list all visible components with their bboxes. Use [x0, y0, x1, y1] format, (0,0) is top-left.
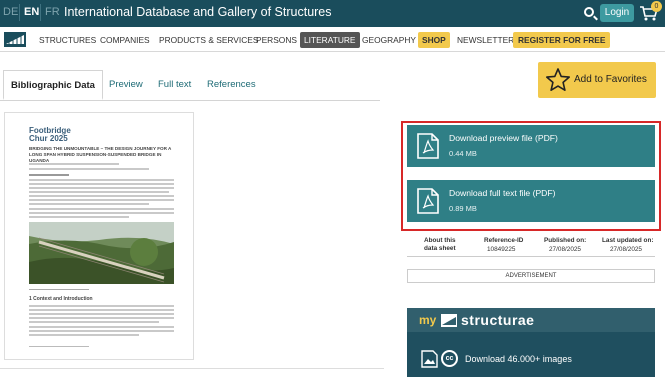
promo-header: my structurae [407, 308, 655, 332]
promo-brand-name: structurae [461, 312, 535, 328]
download-full-text-button[interactable]: Download full text file (PDF) 0.89 MB [407, 180, 655, 222]
paper-text-line [29, 191, 169, 193]
add-to-favorites-label: Add to Favorites [574, 74, 647, 85]
language-en[interactable]: EN [24, 6, 39, 18]
cart-count-badge: 0 [651, 1, 662, 12]
published-on-value: 27/08/2025 [549, 246, 581, 253]
last-updated-value: 27/08/2025 [610, 246, 642, 253]
download-full-text-label: Download full text file (PDF) [449, 188, 556, 198]
paper-text-line [29, 309, 174, 311]
login-button[interactable]: Login [600, 4, 634, 22]
download-preview-label: Download preview file (PDF) [449, 133, 558, 143]
paper-text-line [29, 179, 174, 181]
language-separator [19, 4, 20, 21]
published-on-label: Published on: [544, 237, 587, 244]
tab-full-text[interactable]: Full text [158, 70, 191, 100]
paper-text-line [29, 203, 149, 205]
paper-text-line [29, 334, 139, 336]
reference-id-label: Reference-ID [484, 237, 524, 244]
last-updated-label: Last updated on: [602, 237, 654, 244]
content-bottom-divider [0, 368, 384, 369]
paper-section-heading: 1 Context and Introduction [29, 296, 93, 302]
advertisement-label: ADVERTISEMENT [407, 269, 655, 283]
paper-text-line [29, 163, 119, 165]
nav-newsletter[interactable]: NEWSLETTER [457, 35, 514, 45]
nav-persons[interactable]: PERSONS [256, 35, 297, 45]
paper-text-line [29, 212, 174, 214]
paper-text-line [29, 313, 174, 315]
metadata-divider [407, 256, 655, 257]
paper-text-line [29, 195, 174, 197]
add-to-favorites-button[interactable]: Add to Favorites [538, 62, 656, 98]
main-navigation: STRUCTURES COMPANIES PRODUCTS & SERVICES… [0, 27, 665, 52]
paper-text-line [29, 168, 149, 170]
nav-register[interactable]: REGISTER FOR FREE [513, 32, 611, 48]
paper-text-line [29, 321, 159, 323]
nav-structures[interactable]: STRUCTURES [39, 35, 96, 45]
pdf-file-icon [417, 133, 439, 159]
download-preview-size: 0.44 MB [449, 149, 477, 158]
reference-id-value: 10849225 [487, 246, 516, 253]
paper-text-line [29, 330, 174, 332]
paper-text-line [29, 326, 174, 328]
download-full-text-size: 0.89 MB [449, 204, 477, 213]
language-separator [40, 4, 41, 21]
nav-products-services[interactable]: PRODUCTS & SERVICES [159, 35, 258, 45]
promo-my-label: my [419, 313, 437, 327]
paper-text-line [29, 216, 129, 218]
paper-preview[interactable]: Footbridge Chur 2025 BRIDGING THE UNMOUN… [4, 112, 194, 360]
site-title[interactable]: International Database and Gallery of St… [64, 5, 332, 19]
paper-text-line [29, 183, 174, 185]
download-preview-button[interactable]: Download preview file (PDF) 0.44 MB [407, 125, 655, 167]
paper-text-line [29, 199, 174, 201]
nav-literature[interactable]: LITERATURE [300, 32, 360, 48]
language-fr[interactable]: FR [45, 6, 60, 18]
about-data-sheet-label: About this data sheet [424, 237, 456, 252]
nav-shop[interactable]: SHOP [418, 32, 450, 48]
tab-preview[interactable]: Preview [109, 70, 143, 100]
paper-caption [29, 289, 89, 290]
paper-text-line [29, 174, 69, 176]
paper-text-line [29, 208, 174, 210]
structurae-logo-icon[interactable] [4, 32, 26, 47]
paper-footer [29, 346, 89, 347]
structurae-logo-icon [441, 314, 457, 327]
tab-references[interactable]: References [207, 70, 256, 100]
nav-geography[interactable]: GEOGRAPHY [362, 35, 416, 45]
star-icon [546, 68, 570, 91]
bridge-photo [29, 222, 174, 284]
image-file-icon [421, 350, 438, 368]
tabs-divider [0, 100, 380, 101]
download-images-label: Download 46.000+ images [465, 354, 572, 364]
paper-title: BRIDGING THE UNMOUNTABLE – THE DESIGN JO… [29, 146, 172, 163]
top-bar: DE EN FR International Database and Gall… [0, 0, 665, 27]
tab-bibliographic-data[interactable]: Bibliographic Data [3, 70, 103, 100]
paper-text-line [29, 305, 174, 307]
paper-conference-header: Footbridge Chur 2025 [29, 126, 71, 143]
paper-text-line [29, 317, 174, 319]
creative-commons-icon: cc [441, 350, 458, 367]
language-de[interactable]: DE [3, 6, 18, 18]
my-structurae-promo[interactable]: my structurae cc Download 46.000+ images [407, 308, 655, 377]
nav-companies[interactable]: COMPANIES [100, 35, 150, 45]
search-icon[interactable] [584, 7, 594, 17]
paper-text-line [29, 187, 174, 189]
pdf-file-icon [417, 188, 439, 214]
